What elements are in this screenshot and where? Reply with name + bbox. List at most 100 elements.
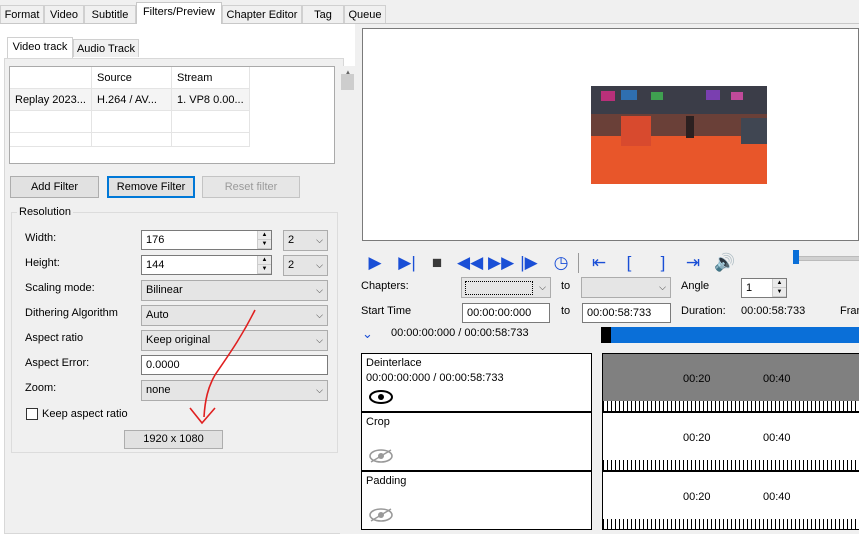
timeline-ruler-crop[interactable]: 00:20 00:40: [602, 412, 859, 471]
table-cell-stream[interactable]: 1. VP8 0.00...: [172, 89, 250, 111]
volume-slider-thumb[interactable]: [793, 250, 799, 264]
position-readout: 00:00:00:000 / 00:00:58:733: [391, 327, 529, 339]
tab-queue[interactable]: Queue: [344, 5, 386, 23]
ruler-ticks: [603, 401, 859, 411]
empty-cell: [172, 111, 250, 133]
duration-value: 00:00:58:733: [741, 305, 806, 317]
empty-cell: [92, 111, 172, 133]
empty-row: [10, 111, 92, 133]
go-to-start-marker-icon[interactable]: ⇤: [588, 252, 610, 274]
source-size-button[interactable]: 1920 x 1080: [124, 430, 223, 449]
remove-filter-button[interactable]: Remove Filter: [107, 176, 195, 198]
track-grid[interactable]: Source Stream Replay 2023... H.264 / AV.…: [9, 66, 335, 164]
end-time-field[interactable]: 00:00:58:733: [582, 303, 671, 323]
grid-header: [10, 67, 92, 89]
zoom-label: Zoom:: [25, 382, 57, 394]
empty-cell: [172, 133, 250, 147]
chevron-down-icon: ⌵: [316, 285, 323, 295]
eye-off-icon[interactable]: [368, 508, 394, 522]
keep-aspect-checkbox[interactable]: [26, 408, 38, 420]
chapters-end-select[interactable]: ⌵: [581, 277, 671, 298]
height-divisor-select[interactable]: 2 ⌵: [283, 255, 328, 276]
ruler-label: 00:40: [763, 432, 791, 444]
filter-name: Crop: [366, 416, 390, 428]
aspect-error-label: Aspect Error:: [25, 357, 90, 369]
tab-format[interactable]: Format: [0, 5, 44, 23]
reset-filter-button[interactable]: Reset filter: [202, 176, 300, 198]
tab-filters-preview[interactable]: Filters/Preview: [136, 2, 222, 24]
start-time-label: Start Time: [361, 305, 412, 317]
height-label: Height:: [25, 257, 60, 269]
subtab-video-track[interactable]: Video track: [7, 37, 73, 58]
step-forward-icon[interactable]: |▶: [518, 252, 540, 274]
to-label: to: [561, 305, 571, 317]
frame-label: Fran: [840, 305, 859, 317]
ruler-ticks: [603, 460, 859, 470]
filter-crop-box[interactable]: Crop: [361, 412, 592, 471]
fast-forward-icon[interactable]: ▶▶: [488, 252, 514, 274]
resolution-title: Resolution: [17, 206, 73, 218]
filter-name: Padding: [366, 475, 407, 487]
width-field[interactable]: 176 ▲ ▼: [141, 230, 272, 250]
width-spinner[interactable]: ▲ ▼: [257, 231, 271, 249]
scaling-mode-label: Scaling mode:: [25, 282, 95, 294]
scroll-thumb[interactable]: [341, 74, 354, 90]
dithering-label: Dithering Algorithm: [25, 307, 118, 319]
go-to-end-marker-icon[interactable]: ⇥: [682, 252, 704, 274]
tab-subtitle[interactable]: Subtitle: [84, 5, 136, 23]
width-divisor-select[interactable]: 2 ⌵: [283, 230, 328, 251]
empty-cell: [92, 133, 172, 147]
ruler-label: 00:20: [683, 432, 711, 444]
height-value: 144: [146, 259, 165, 271]
height-spinner[interactable]: ▲ ▼: [257, 256, 271, 274]
seek-bar-thumb[interactable]: [601, 327, 611, 343]
volume-slider[interactable]: [796, 256, 859, 261]
eye-icon[interactable]: [368, 390, 394, 404]
filter-deinterlace-box[interactable]: Deinterlace 00:00:00:000 / 00:00:58:733: [361, 353, 592, 412]
angle-spinner[interactable]: ▲ ▼: [772, 279, 786, 297]
clock-icon[interactable]: ◷: [550, 252, 572, 274]
filter-padding-box[interactable]: Padding: [361, 471, 592, 530]
chevron-down-icon: ⌵: [316, 335, 323, 345]
table-row[interactable]: Replay 2023...: [10, 89, 92, 111]
timeline-ruler-deinterlace[interactable]: 00:20 00:40: [602, 353, 859, 412]
grid-header-stream[interactable]: Stream: [172, 67, 250, 89]
volume-icon[interactable]: 🔊: [714, 252, 736, 274]
ruler-label: 00:20: [683, 491, 711, 503]
video-preview: [362, 28, 859, 241]
scaling-mode-select[interactable]: Bilinear ⌵: [141, 280, 328, 301]
ruler-label: 00:20: [683, 373, 711, 385]
filter-name: Deinterlace: [366, 357, 422, 369]
angle-field[interactable]: 1 ▲ ▼: [741, 278, 787, 298]
set-start-marker-icon[interactable]: [: [618, 252, 640, 274]
stop-icon[interactable]: ■: [426, 252, 448, 274]
subtab-audio-track[interactable]: Audio Track: [73, 39, 139, 57]
start-time-field[interactable]: 00:00:00:000: [462, 303, 550, 323]
table-cell-source[interactable]: H.264 / AV...: [92, 89, 172, 111]
chevron-down-icon: ⌵: [316, 235, 323, 245]
aspect-ratio-label: Aspect ratio: [25, 332, 84, 344]
ruler-ticks: [603, 519, 859, 529]
chevron-down-icon: ⌵: [316, 310, 323, 320]
seek-bar[interactable]: [601, 327, 859, 343]
set-end-marker-icon[interactable]: ]: [652, 252, 674, 274]
collapse-chevron-icon[interactable]: ⌄: [362, 326, 373, 342]
left-scrollbar[interactable]: ▲: [340, 66, 356, 534]
grid-header-source[interactable]: Source: [92, 67, 172, 89]
width-value: 176: [146, 234, 165, 246]
tab-chapter-editor[interactable]: Chapter Editor: [222, 5, 302, 23]
chapters-label: Chapters:: [361, 280, 409, 292]
add-filter-button[interactable]: Add Filter: [10, 176, 99, 198]
width-label: Width:: [25, 232, 57, 244]
tab-video[interactable]: Video: [44, 5, 84, 23]
angle-label: Angle: [681, 280, 710, 292]
tab-tag[interactable]: Tag: [302, 5, 344, 23]
timeline-ruler-padding[interactable]: 00:20 00:40: [602, 471, 859, 530]
rewind-icon[interactable]: ◀◀: [457, 252, 483, 274]
red-arrow-annotation: [189, 309, 256, 425]
chapters-start-select[interactable]: ⌵: [461, 277, 551, 298]
play-icon[interactable]: ▶: [364, 252, 386, 274]
height-field[interactable]: 144 ▲ ▼: [141, 255, 272, 275]
next-frame-icon[interactable]: ▶|: [396, 252, 418, 274]
eye-off-icon[interactable]: [368, 449, 394, 463]
